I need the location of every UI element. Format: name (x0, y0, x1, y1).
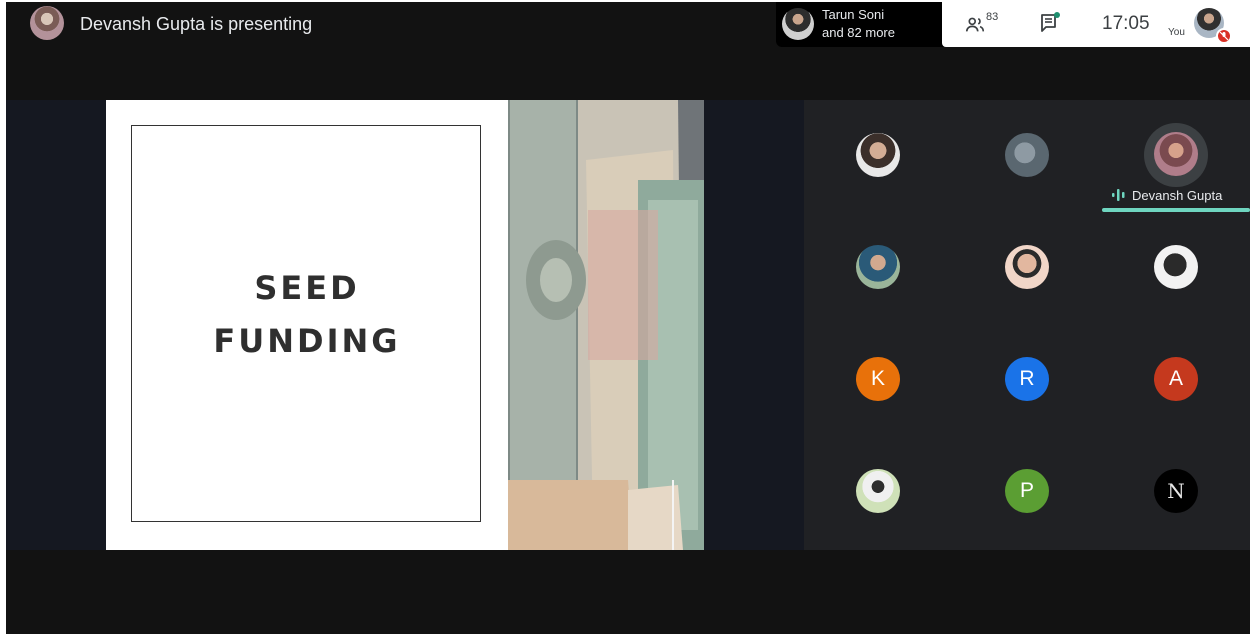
participant-avatar (856, 469, 900, 513)
participant-avatar: K (856, 357, 900, 401)
participant-avatar (1154, 132, 1198, 176)
participant-tile[interactable]: K (804, 324, 952, 436)
participant-avatar (1005, 133, 1049, 177)
participant-avatar (1154, 245, 1198, 289)
speaker-name-label: Devansh Gupta (1112, 188, 1222, 203)
participants-chip[interactable]: Tarun Soni and 82 more (776, 2, 944, 47)
speaking-indicator-icon (1112, 189, 1125, 201)
presenter-status-text: Devansh Gupta is presenting (80, 14, 313, 34)
participant-tile[interactable] (804, 436, 952, 548)
presentation-slide: SEED FUNDING (106, 100, 704, 550)
chip-participant-name: Tarun Soni (822, 7, 885, 22)
people-button[interactable]: 83 (964, 10, 1010, 38)
participant-avatar: N (1154, 469, 1198, 513)
slide-frame: SEED FUNDING (131, 125, 481, 522)
chat-button[interactable] (1038, 11, 1068, 39)
participant-avatar: R (1005, 357, 1049, 401)
participant-grid: Devansh Gupta K R A P N (804, 100, 1250, 550)
participant-avatar: P (1005, 469, 1049, 513)
meeting-controls: 83 17:05 You (942, 2, 1250, 47)
presenter-bar: Devansh Gupta is presenting (6, 2, 766, 46)
people-icon (965, 17, 985, 32)
participant-avatar (856, 245, 900, 289)
participant-tile[interactable]: A (1102, 324, 1250, 436)
money-rolls-image (508, 100, 704, 550)
participant-tile[interactable] (953, 100, 1101, 212)
chip-avatar (782, 8, 814, 40)
meeting-window: Devansh Gupta is presenting Tarun Soni a… (6, 2, 1250, 634)
participant-avatar (1005, 245, 1049, 289)
presentation-stage: SEED FUNDING (6, 100, 804, 550)
participant-tile[interactable] (804, 212, 952, 324)
participant-tile[interactable]: N (1102, 436, 1250, 548)
participant-tile[interactable] (953, 212, 1101, 324)
participant-tile[interactable]: Devansh Gupta (1102, 100, 1250, 212)
participant-avatar: A (1154, 357, 1198, 401)
participant-avatar (856, 133, 900, 177)
chat-icon (1041, 12, 1060, 32)
slide-title-line-1: SEED (254, 269, 360, 307)
participant-tile[interactable]: P (953, 436, 1101, 548)
mic-off-icon (1216, 28, 1232, 44)
chip-more-count: and 82 more (822, 25, 895, 40)
bottom-bar (6, 550, 1250, 634)
participant-tile[interactable] (804, 100, 952, 212)
slide-title-line-2: FUNDING (213, 322, 401, 360)
participant-tile[interactable] (1102, 212, 1250, 324)
people-count: 83 (986, 11, 999, 23)
speaker-name: Devansh Gupta (1132, 188, 1223, 203)
self-label: You (1168, 27, 1185, 38)
clock-time: 17:05 (1102, 13, 1150, 34)
participant-tile[interactable]: R (953, 324, 1101, 436)
presenter-avatar (30, 6, 64, 40)
